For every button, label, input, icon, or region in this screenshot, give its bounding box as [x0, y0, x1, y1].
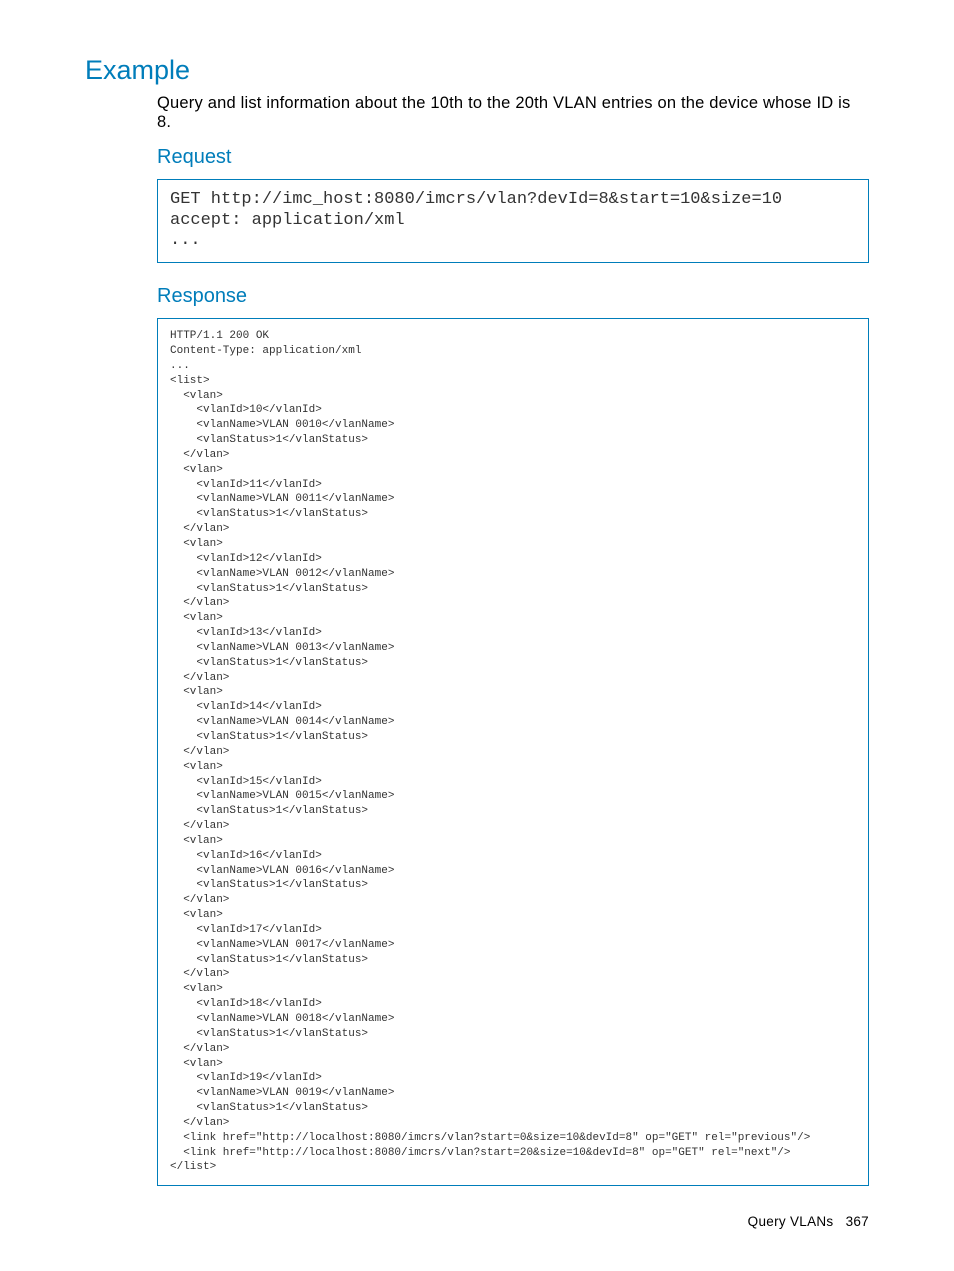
page-footer: Query VLANs 367: [748, 1214, 869, 1229]
example-heading: Example: [85, 55, 869, 86]
footer-page-number: 367: [846, 1214, 869, 1229]
response-code-block: HTTP/1.1 200 OK Content-Type: applicatio…: [157, 318, 869, 1186]
example-description: Query and list information about the 10t…: [157, 94, 869, 132]
response-heading: Response: [157, 285, 869, 308]
request-code-block: GET http://imc_host:8080/imcrs/vlan?devI…: [157, 179, 869, 263]
footer-title: Query VLANs: [748, 1214, 834, 1229]
request-heading: Request: [157, 146, 869, 169]
